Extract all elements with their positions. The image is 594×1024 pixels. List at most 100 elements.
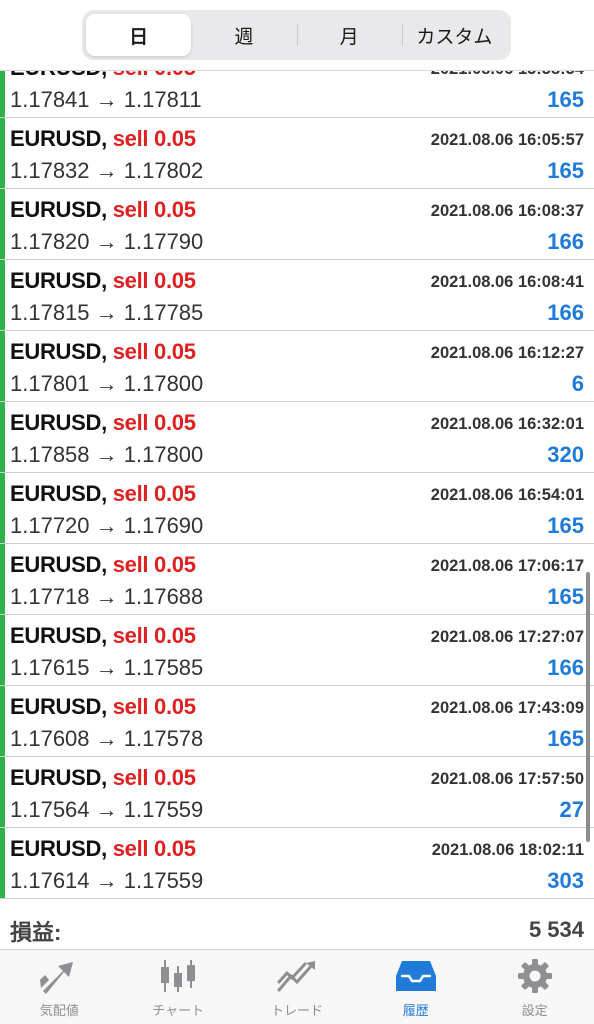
tab-trade[interactable]: トレード	[238, 950, 357, 1024]
trade-profit: 165	[547, 158, 584, 183]
bottom-tab-bar: 気配値 チャート トレード 履歴 設定	[0, 950, 594, 1024]
trade-time: 2021.08.06 17:06:17	[430, 557, 584, 575]
row-accent-bar	[0, 757, 5, 827]
trade-symbol: EURUSD,	[10, 481, 107, 506]
trade-profit: 165	[547, 584, 584, 609]
trade-time: 2021.08.06 17:43:09	[430, 699, 584, 717]
trade-symbol: EURUSD,	[10, 339, 107, 364]
trade-row[interactable]: EURUSD, sell 0.05 2021.08.06 16:08:37 1.17…	[0, 189, 594, 260]
trade-prices: 1.17815 → 1.17785	[10, 300, 204, 325]
row-accent-bar	[0, 118, 5, 188]
tab-quotes-label: 気配値	[39, 1003, 79, 1018]
trade-side: sell 0.05	[112, 126, 196, 151]
trade-symbol: EURUSD,	[10, 836, 107, 861]
total-profit-row: 損益: 5 534	[0, 903, 594, 950]
gear-icon	[517, 959, 552, 993]
trade-symbol: EURUSD,	[10, 623, 107, 648]
trade-time: 2021.08.06 18:02:11	[431, 841, 584, 859]
trade-side: sell 0.05	[112, 694, 196, 719]
trade-row[interactable]: EURUSD, sell 0.05 2021.08.06 17:57:50 1.17…	[0, 757, 594, 828]
trade-row[interactable]: EURUSD, sell 0.05 2021.08.06 16:54:01 1.17…	[0, 473, 594, 544]
trade-time: 2021.08.06 17:27:07	[430, 628, 584, 646]
trade-time: 2021.08.06 16:32:01	[430, 415, 584, 433]
row-accent-bar	[0, 615, 5, 685]
trade-time: 2021.08.06 16:05:57	[430, 131, 584, 149]
trade-row[interactable]: EURUSD, sell 0.05 2021.08.06 17:43:09 1.17…	[0, 686, 594, 757]
tab-settings-label: 設定	[521, 1003, 548, 1018]
row-accent-bar	[0, 189, 5, 259]
row-accent-bar	[0, 544, 5, 614]
trade-profit: 320	[547, 442, 584, 467]
trade-profit: 166	[547, 229, 584, 254]
history-screen: EURUSD, sell 0.05 2021.08.06 15:58:54 1.…	[0, 0, 594, 1024]
row-accent-bar	[0, 828, 5, 898]
trade-time: 2021.08.06 17:57:50	[430, 770, 584, 788]
trade-symbol: EURUSD,	[10, 552, 107, 577]
trade-list[interactable]: EURUSD, sell 0.05 2021.08.06 15:58:54 1.…	[0, 47, 594, 899]
row-accent-bar	[0, 686, 5, 756]
period-tab-month[interactable]: 月	[296, 14, 402, 56]
trade-row[interactable]: EURUSD, sell 0.05 2021.08.06 18:02:11 1.17…	[0, 828, 594, 899]
period-segmented-control: 日 週 月 カスタム	[82, 10, 511, 60]
tab-trade-label: トレード	[270, 1003, 323, 1018]
trade-side: sell 0.05	[112, 481, 196, 506]
period-header: 日 週 月 カスタム	[0, 0, 594, 71]
trade-symbol: EURUSD,	[10, 694, 107, 719]
trade-profit: 165	[547, 513, 584, 538]
trade-side: sell 0.05	[112, 268, 196, 293]
trade-side: sell 0.05	[112, 339, 196, 364]
trade-row[interactable]: EURUSD, sell 0.05 2021.08.06 17:06:17 1.17…	[0, 544, 594, 615]
history-tray-icon	[395, 961, 436, 991]
trade-line-icon	[277, 961, 315, 992]
period-tab-week[interactable]: 週	[191, 14, 296, 56]
trade-prices: 1.17820 → 1.17790	[10, 229, 204, 254]
period-tab-day[interactable]: 日	[86, 14, 192, 56]
period-tab-custom[interactable]: カスタム	[401, 14, 507, 56]
tab-chart[interactable]: チャート	[119, 950, 238, 1024]
trade-profit: 6	[571, 371, 584, 396]
trade-profit: 27	[559, 797, 584, 822]
trade-profit: 303	[547, 868, 584, 893]
row-accent-bar	[0, 402, 5, 472]
trade-profit: 166	[547, 655, 584, 680]
trade-row[interactable]: EURUSD, sell 0.05 2021.08.06 16:08:41 1.17…	[0, 260, 594, 331]
trade-time: 2021.08.06 16:08:41	[430, 273, 584, 291]
tab-quotes[interactable]: 気配値	[0, 950, 119, 1024]
scroll-indicator[interactable]	[586, 572, 590, 842]
trade-prices: 1.17564 → 1.17559	[10, 797, 204, 822]
trade-prices: 1.17841 → 1.17811	[10, 87, 202, 112]
tab-history[interactable]: 履歴	[356, 950, 475, 1024]
total-profit-value: 5 534	[528, 917, 584, 942]
trade-prices: 1.17720 → 1.17690	[10, 513, 204, 538]
trade-prices: 1.17832 → 1.17802	[10, 158, 204, 183]
trade-row[interactable]: EURUSD, sell 0.05 2021.08.06 16:32:01 1.17…	[0, 402, 594, 473]
trade-time: 2021.08.06 16:54:01	[430, 486, 584, 504]
candlestick-chart-icon	[161, 960, 196, 992]
trade-time: 2021.08.06 16:12:27	[430, 344, 584, 362]
trade-prices: 1.17801 → 1.17800	[10, 371, 204, 396]
trade-symbol: EURUSD,	[10, 126, 107, 151]
trade-row[interactable]: EURUSD, sell 0.05 2021.08.06 16:05:57 1.17…	[0, 118, 594, 189]
total-profit-label: 損益:	[10, 920, 62, 945]
trade-prices: 1.17858 → 1.17800	[10, 442, 204, 467]
trade-prices: 1.17615 → 1.17585	[10, 655, 204, 680]
trade-row[interactable]: EURUSD, sell 0.05 2021.08.06 16:12:27 1.17…	[0, 331, 594, 402]
trade-side: sell 0.05	[112, 765, 196, 790]
trade-side: sell 0.05	[112, 623, 196, 648]
row-accent-bar	[0, 473, 5, 543]
trade-time: 2021.08.06 16:08:37	[430, 202, 584, 220]
row-accent-bar	[0, 331, 5, 401]
trade-profit: 166	[547, 300, 584, 325]
trade-side: sell 0.05	[112, 552, 196, 577]
tab-settings[interactable]: 設定	[475, 950, 594, 1024]
trade-side: sell 0.05	[112, 410, 196, 435]
trade-symbol: EURUSD,	[10, 765, 107, 790]
row-accent-bar	[0, 260, 5, 330]
trade-profit: 165	[547, 87, 584, 112]
trade-profit: 165	[547, 726, 584, 751]
tab-chart-label: チャート	[152, 1003, 205, 1018]
trade-prices: 1.17608 → 1.17578	[10, 726, 204, 751]
quotes-arrows-icon	[40, 962, 74, 994]
trade-symbol: EURUSD,	[10, 197, 107, 222]
trade-row[interactable]: EURUSD, sell 0.05 2021.08.06 17:27:07 1.17…	[0, 615, 594, 686]
